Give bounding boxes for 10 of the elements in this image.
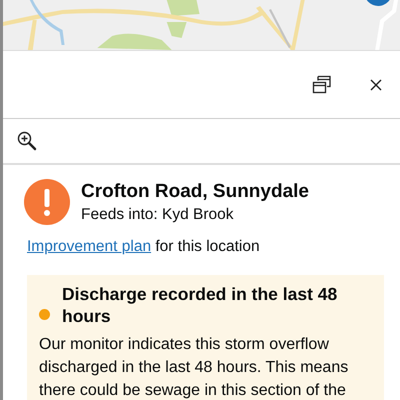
location-subtitle: Feeds into: Kyd Brook — [81, 204, 234, 224]
improvement-link[interactable]: Improvement plan — [27, 238, 152, 255]
zoom-in-icon — [17, 131, 37, 151]
close-icon — [370, 78, 382, 90]
location-title: Crofton Road, Sunnydale — [81, 180, 309, 204]
alert-icon — [24, 179, 70, 225]
improvement-text: Improvement plan for this location — [27, 237, 261, 257]
windows-icon — [312, 74, 332, 94]
notice-text: Our monitor indicates this storm overflow discharged in the last 48 hours. This means there could be sewage in this section of the — [39, 335, 350, 400]
notice-title: Discharge recorded in the last 48 hours — [62, 283, 338, 327]
